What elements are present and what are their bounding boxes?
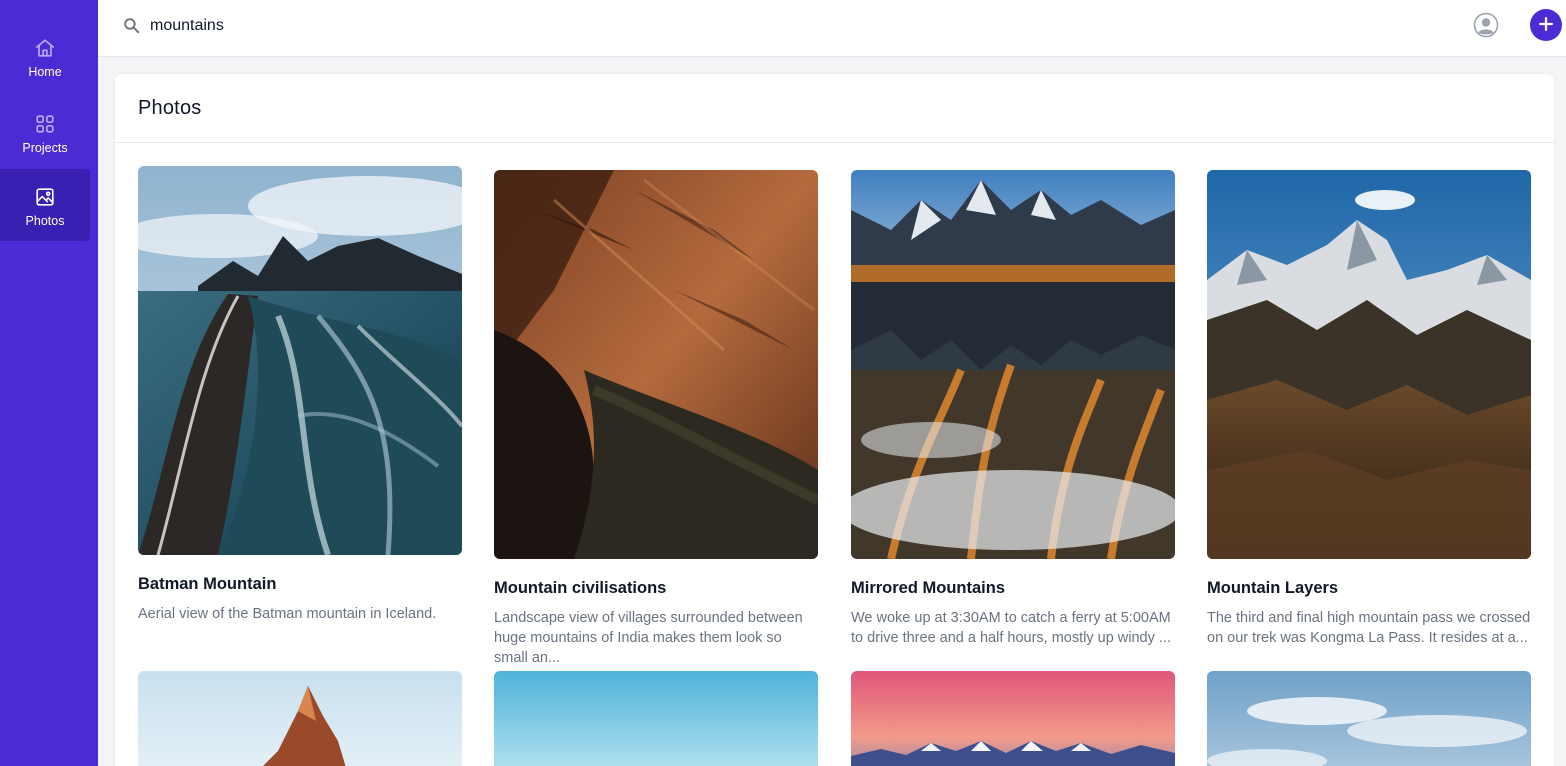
sidebar-item-projects[interactable]: Projects: [0, 96, 90, 168]
photo-image[interactable]: [851, 170, 1175, 559]
plus-icon: [1537, 15, 1555, 36]
photo-image[interactable]: [138, 166, 462, 555]
sidebar: Home Projects Photos: [0, 0, 98, 766]
photo-title[interactable]: Mirrored Mountains: [851, 578, 1175, 598]
photo-image[interactable]: [494, 170, 818, 559]
app-window: Home Projects Photos mountains Photos Ba…: [0, 0, 1566, 766]
photo-description: We woke up at 3:30AM to catch a ferry at…: [851, 610, 1171, 646]
sidebar-item-home[interactable]: Home: [0, 20, 90, 92]
photo-card[interactable]: Mountain civilisations Landscape view of…: [494, 170, 818, 668]
photo-image[interactable]: [494, 671, 818, 766]
photo-card[interactable]: Mountain Layers The third and final high…: [1207, 170, 1531, 648]
sidebar-item-label: Home: [28, 65, 62, 79]
home-icon: [34, 37, 56, 59]
photos-panel: Photos Batman Mountain Aerial view of th…: [114, 73, 1555, 766]
search-icon: [122, 16, 141, 35]
photo-description: The third and final high mountain pass w…: [1207, 610, 1531, 646]
search-input[interactable]: [150, 12, 750, 40]
photo-description: Aerial view of the Batman mountain in Ic…: [138, 606, 437, 622]
page-title: Photos: [138, 96, 202, 119]
panel-header: Photos: [115, 74, 1554, 143]
photo-description: Landscape view of villages surrounded be…: [494, 610, 803, 666]
photo-card[interactable]: Mirrored Mountains We woke up at 3:30AM …: [851, 170, 1175, 648]
user-circle-icon[interactable]: [1473, 12, 1499, 38]
add-button[interactable]: [1530, 9, 1562, 41]
sidebar-item-label: Photos: [25, 214, 65, 228]
top-bar: [98, 0, 1566, 57]
photo-image[interactable]: [1207, 671, 1531, 766]
sidebar-item-photos[interactable]: Photos: [0, 169, 90, 241]
photo-image[interactable]: [851, 671, 1175, 766]
photo-title[interactable]: Mountain civilisations: [494, 578, 818, 598]
sidebar-item-label: Projects: [22, 141, 68, 155]
photo-title[interactable]: Mountain Layers: [1207, 578, 1531, 598]
photo-image[interactable]: [1207, 170, 1531, 559]
image-icon: [34, 186, 56, 208]
photo-image[interactable]: [138, 671, 462, 766]
photo-card[interactable]: Batman Mountain Aerial view of the Batma…: [138, 166, 462, 624]
grid-icon: [34, 113, 56, 135]
photo-title[interactable]: Batman Mountain: [138, 574, 462, 594]
